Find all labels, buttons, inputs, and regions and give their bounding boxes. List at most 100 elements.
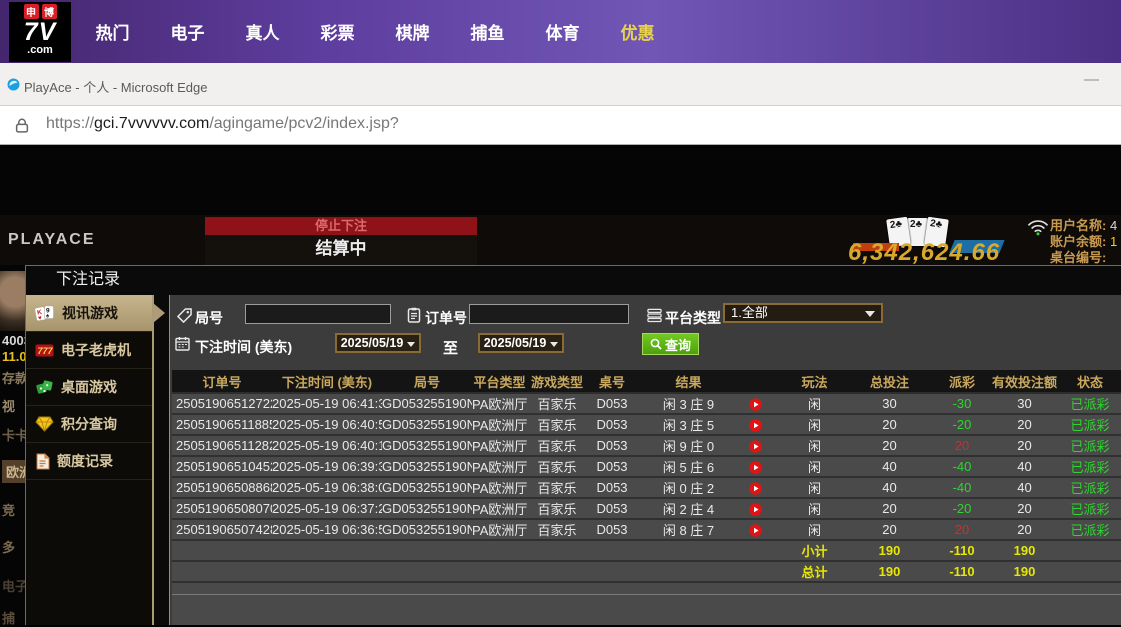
cell-platform: PA欧洲厅 [472,519,527,540]
cell-game: 百家乐 [527,519,587,540]
date-to-picker[interactable]: 2025/05/19 [478,333,564,353]
cell-time: 2025-05-19 06:40:17 [272,435,382,456]
cell-valid: 20 [992,519,1057,540]
cell-round: GD053255190NO [382,414,472,435]
cell-result: 闲 5 庄 6 [637,456,782,477]
cell-total: 40 [847,477,932,498]
cell-payout: -40 [932,456,992,477]
nav-item[interactable]: 体育 [525,19,600,44]
grand_total-cell-game [527,561,587,582]
nav-item[interactable]: 捕鱼 [450,19,525,44]
sidebar-item-cards[interactable]: K♥9♠视讯游戏 [26,295,152,332]
subtotal-cell-payout: -110 [932,540,992,561]
search-button[interactable]: 查询 [642,333,699,355]
subtotal-cell-total: 190 [847,540,932,561]
minimize-button[interactable]: — [1084,71,1099,88]
cell-result: 闲 8 庄 7 [637,519,782,540]
betting-records-modal: 下注记录 K♥9♠视讯游戏777电子老虎机桌面游戏积分查询额度记录 局号 订单号… [25,265,1121,625]
date-to-value: 2025/05/19 [484,336,547,350]
cell-order: 250519065118857 [172,414,272,435]
site-logo[interactable]: 申 博 7V .com [9,2,71,62]
cell-total: 20 [847,435,932,456]
cell-round: GD053255190NM [382,456,472,477]
active-arrow-icon [153,303,165,323]
background-fragment: 竞 [2,500,15,519]
top-nav: 申 博 7V .com 热门电子真人彩票棋牌捕鱼体育优惠 [0,0,1121,63]
replay-icon[interactable] [749,524,762,537]
column-header: 桌号 [587,370,637,393]
cell-status: 已派彩 [1057,435,1121,456]
date-from-picker[interactable]: 2025/05/19 [335,333,421,353]
user-info-panel: 用户名称: 4 账户余额: 1 桌台编号: [1050,218,1117,265]
cell-round: GD053255190NJ [382,498,472,519]
cell-platform: PA欧洲厅 [472,435,527,456]
user-name-value: 4 [1110,218,1117,233]
replay-icon[interactable] [749,503,762,516]
replay-icon[interactable] [749,482,762,495]
cell-order: 250519065112828 [172,435,272,456]
sidebar-item-label: 桌面游戏 [61,377,117,397]
replay-icon[interactable] [749,440,762,453]
platform-select-value: 1.全部 [731,305,768,320]
cell-result: 闲 0 庄 2 [637,477,782,498]
cell-status: 已派彩 [1057,498,1121,519]
nav-item[interactable]: 优惠 [600,19,675,44]
background-fragment: 11.0 [2,349,27,364]
logo-badge-shen: 申 [24,4,39,19]
table-row: 2505190651188572025-05-19 06:40:52GD0532… [172,414,1121,435]
platform-select[interactable]: 1.全部 [723,303,883,323]
grand_total-cell-result [637,561,782,582]
sidebar-item-label: 积分查询 [61,414,117,434]
cell-table: D053 [587,393,637,414]
cell-game: 百家乐 [527,477,587,498]
order-number-input[interactable] [469,304,629,324]
nav-item[interactable]: 热门 [75,19,150,44]
sidebar-item-slot[interactable]: 777电子老虎机 [26,332,152,369]
sidebar-item-doc[interactable]: 额度记录 [26,443,152,480]
replay-icon[interactable] [749,398,762,411]
cell-status: 已派彩 [1057,414,1121,435]
top-nav-menu: 热门电子真人彩票棋牌捕鱼体育优惠 [75,0,675,63]
filter-panel: 局号 订单号 平台类型 1.全部 下注时间 (美东) 2025/05/19 至 … [170,295,1121,370]
doc-icon [35,453,50,470]
replay-icon[interactable] [749,419,762,432]
tag-icon [177,308,192,328]
column-header: 订单号 [172,370,272,393]
cell-platform: PA欧洲厅 [472,414,527,435]
nav-item[interactable]: 棋牌 [375,19,450,44]
nav-item[interactable]: 电子 [150,19,225,44]
stop-betting-banner: 停止下注 [205,217,477,235]
cell-game: 百家乐 [527,393,587,414]
cell-time: 2025-05-19 06:41:37 [272,393,382,414]
avatar [0,271,25,331]
search-button-label: 查询 [665,335,691,354]
cell-table: D053 [587,519,637,540]
edge-icon [7,78,20,96]
url-text[interactable]: https://gci.7vvvvvv.com/agingame/pcv2/in… [46,115,399,133]
nav-item[interactable]: 真人 [225,19,300,44]
cell-payout: -20 [932,498,992,519]
replay-icon[interactable] [749,461,762,474]
cell-payout: -20 [932,414,992,435]
svg-text:777: 777 [38,346,54,356]
date-from-value: 2025/05/19 [341,336,404,350]
nav-item[interactable]: 彩票 [300,19,375,44]
cell-payout: -30 [932,393,992,414]
cell-time: 2025-05-19 06:40:52 [272,414,382,435]
lock-icon [15,118,29,138]
cell-play: 闲 [782,477,847,498]
cell-order: 250519065127228 [172,393,272,414]
sidebar-item-dice[interactable]: 桌面游戏 [26,369,152,406]
round-number-input[interactable] [245,304,391,324]
cell-play: 闲 [782,456,847,477]
browser-urlbar[interactable]: https://gci.7vvvvvv.com/agingame/pcv2/in… [0,106,1121,145]
column-header: 有效投注额 [992,370,1057,393]
sidebar-item-gem[interactable]: 积分查询 [26,406,152,443]
cell-payout: 20 [932,519,992,540]
cell-play: 闲 [782,498,847,519]
cell-time: 2025-05-19 06:38:08 [272,477,382,498]
cell-game: 百家乐 [527,435,587,456]
table-number-label: 桌台编号: [1050,250,1106,265]
cell-payout: -40 [932,477,992,498]
cell-play: 闲 [782,435,847,456]
